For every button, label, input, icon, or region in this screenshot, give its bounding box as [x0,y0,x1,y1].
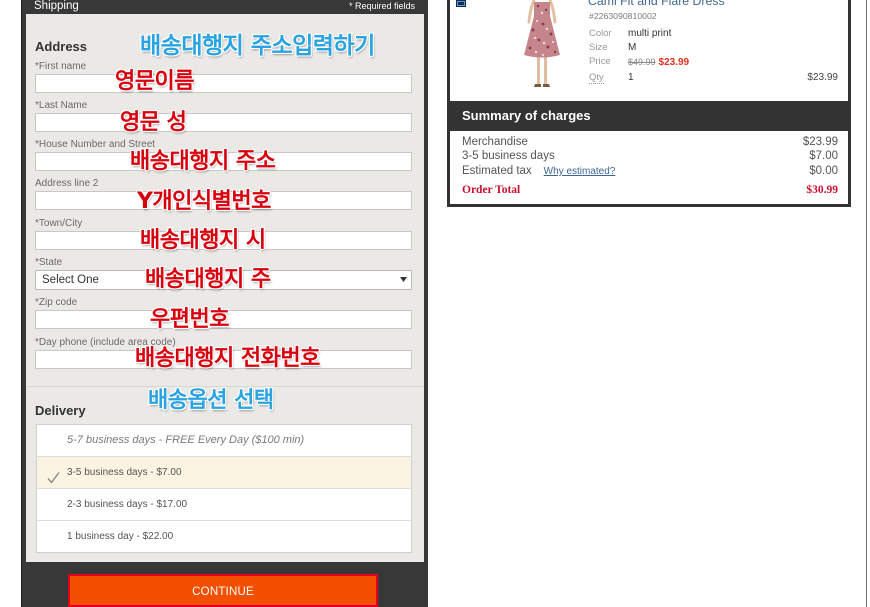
line-total: $23.99 [807,72,838,83]
first-name-label: *First name [35,61,87,72]
brand-logo [456,0,466,7]
summary-row-label: Estimated tax [462,165,532,177]
delivery-heading: Delivery [35,403,86,418]
summary-row-label: Merchandise [462,136,528,148]
order-total-label: Order Total [462,184,521,196]
annotation-phone: 배송대행지 전화번호 [135,346,320,371]
original-price: $49.99 [628,57,656,67]
color-value: multi print [628,28,672,39]
delivery-option-2-3-days[interactable]: 2-3 business days - $17.00 [37,489,411,521]
first-name-field-group: *First name [35,61,412,95]
delivery-option-label: 2-3 business days - $17.00 [67,499,188,510]
size-value: M [628,42,637,53]
continue-button[interactable]: CONTINUE [68,574,378,607]
annotation-city: 배송대행지 시 [140,228,266,253]
state-select-value: Select One [42,274,99,286]
first-name-input[interactable] [35,74,412,93]
last-name-label: *Last Name [35,100,88,111]
annotation-address-title: 배송대행지 주소입력하기 [140,33,375,59]
last-name-field-group: *Last Name [35,100,412,134]
address-heading: Address [35,39,88,54]
annotation-state: 배송대행지 주 [145,267,271,292]
annotation-first-name: 영문이름 [115,69,194,94]
summary-row-merchandise: Merchandise $23.99 [462,135,838,149]
summary-title: Summary of charges [450,101,848,131]
qty-label-wrap: Qty [589,72,604,84]
check-icon [47,466,60,484]
delivery-option-label: 3-5 business days - $7.00 [67,467,182,478]
summary-row-value: $23.99 [802,136,838,148]
required-fields-note: * Required fields [348,1,415,11]
window-edge-divider [866,0,867,607]
delivery-option-label: 5-7 business days - FREE Every Day ($100… [67,434,305,446]
size-label: Size [589,42,608,53]
summary-row-label: 3-5 business days [462,150,555,162]
product-sku: #2263090810002 [589,11,657,21]
delivery-options-list: 5-7 business days - FREE Every Day ($100… [36,424,412,553]
delivery-option-1-day[interactable]: 1 business day - $22.00 [37,521,411,552]
section-divider [26,386,424,387]
annotation-address-line-2: Y개인식별번호 [137,189,271,214]
annotation-last-name: 영문 성 [120,110,187,135]
last-name-input[interactable] [35,113,412,132]
section-title: Shipping [34,0,79,12]
price-label: Price [589,56,611,67]
annotation-street: 배송대행지 주소 [130,149,276,174]
product-image[interactable] [519,0,565,90]
summary-row-value: $7.00 [809,150,838,162]
shipping-panel: Shipping * Required fields Address *Firs… [21,0,428,607]
delivery-option-label: 1 business day - $22.00 [67,531,174,542]
delivery-option-3-5-days[interactable]: 3-5 business days - $7.00 [37,457,411,489]
summary-row-total: Order Total $30.99 [462,183,838,197]
color-label: Color [589,28,612,39]
annotation-zip: 우편번호 [150,307,229,332]
qty-label: Qty [589,72,604,84]
summary-row-value: $0.00 [809,165,838,177]
order-total-value: $30.99 [806,184,838,196]
sale-price: $23.99 [658,57,690,68]
product-name-link[interactable]: Cami Fit and Flare Dress [588,0,725,8]
qty-value: 1 [628,72,634,83]
annotation-delivery: 배송옵션 선택 [148,388,274,413]
summary-row-shipping: 3-5 business days $7.00 [462,149,838,163]
order-summary-card: Cami Fit and Flare Dress #2263090810002 … [447,0,851,207]
caret-down-icon [400,277,407,282]
summary-row-tax: Estimated tax Why estimated? $0.00 [462,164,838,178]
why-estimated-link[interactable]: Why estimated? [544,166,616,177]
delivery-option-5-7-days[interactable]: 5-7 business days - FREE Every Day ($100… [37,425,411,457]
price-value: $49.99 $23.99 [628,56,689,69]
